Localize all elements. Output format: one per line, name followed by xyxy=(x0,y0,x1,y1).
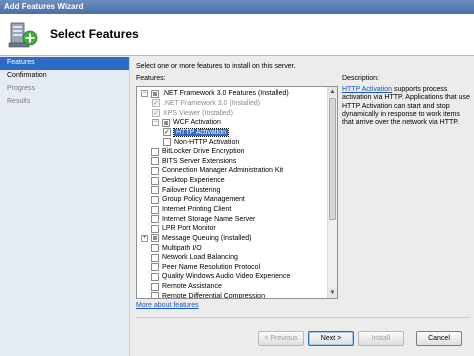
feature-checkbox[interactable] xyxy=(163,138,171,147)
feature-row[interactable]: LPR Port Monitor xyxy=(137,224,329,234)
nav-step-confirmation[interactable]: Confirmation xyxy=(0,70,129,83)
feature-label: BitLocker Drive Encryption xyxy=(162,148,245,156)
previous-button: < Previous xyxy=(258,331,304,346)
feature-row[interactable]: Remote Differential Compression xyxy=(137,291,329,299)
feature-label: BITS Server Extensions xyxy=(162,157,237,165)
cancel-button[interactable]: Cancel xyxy=(416,331,462,346)
window-title-bar: Add Features Wizard xyxy=(0,0,474,14)
install-button: Install xyxy=(358,331,404,346)
feature-checkbox[interactable] xyxy=(151,234,159,243)
feature-row[interactable]: + Message Queuing (Installed) xyxy=(137,234,329,244)
feature-label: Network Load Balancing xyxy=(162,254,238,262)
features-label: Features: xyxy=(136,75,166,82)
feature-checkbox xyxy=(152,109,160,118)
features-tree[interactable]: − .NET Framework 3.0 Features (Installed)… xyxy=(136,86,338,299)
feature-row[interactable]: BitLocker Drive Encryption xyxy=(137,147,329,157)
description-text: HTTP Activation supports process activat… xyxy=(342,86,470,127)
description-label: Description: xyxy=(342,75,379,82)
feature-label: Remote Assistance xyxy=(162,283,222,291)
feature-row[interactable]: Failover Clustering xyxy=(137,185,329,195)
feature-row[interactable]: Internet Storage Name Server xyxy=(137,214,329,224)
feature-label: .NET Framework 3.0 (Installed) xyxy=(163,99,261,107)
feature-checkbox[interactable] xyxy=(151,253,159,262)
scroll-up-button[interactable]: ▲ xyxy=(328,87,337,97)
feature-checkbox[interactable] xyxy=(151,244,159,253)
feature-label: WCF Activation xyxy=(173,119,221,127)
feature-label: Peer Name Resolution Protocol xyxy=(162,263,261,271)
feature-row[interactable]: BITS Server Extensions xyxy=(137,156,329,166)
feature-label: .NET Framework 3.0 Features (Installed) xyxy=(162,90,289,98)
expand-icon[interactable]: + xyxy=(141,234,148,242)
window-title: Add Features Wizard xyxy=(4,2,84,11)
feature-row[interactable]: Peer Name Resolution Protocol xyxy=(137,263,329,273)
feature-row[interactable]: Group Policy Management xyxy=(137,195,329,205)
feature-row[interactable]: HTTP Activation xyxy=(137,127,329,138)
wizard-header: Select Features xyxy=(0,14,474,56)
feature-checkbox[interactable] xyxy=(151,186,159,195)
feature-label: XPS Viewer (Installed) xyxy=(163,109,233,117)
feature-row[interactable]: Quality Windows Audio Video Experience xyxy=(137,272,329,282)
feature-row[interactable]: XPS Viewer (Installed) xyxy=(137,108,329,118)
feature-checkbox[interactable] xyxy=(151,292,159,298)
feature-checkbox[interactable] xyxy=(151,157,159,166)
feature-label: Connection Manager Administration Kit xyxy=(162,167,284,175)
feature-label: Message Queuing (Installed) xyxy=(162,234,252,242)
feature-checkbox[interactable] xyxy=(163,128,171,137)
nav-step-progress: Progress xyxy=(7,85,36,92)
feature-label: Non-HTTP Activation xyxy=(174,138,240,146)
feature-checkbox[interactable] xyxy=(151,215,159,224)
feature-row[interactable]: − WCF Activation xyxy=(137,118,329,128)
feature-label: Failover Clustering xyxy=(162,186,221,194)
page-title: Select Features xyxy=(50,27,139,41)
wizard-steps-nav: Features Confirmation Progress Results xyxy=(0,57,130,356)
feature-checkbox[interactable] xyxy=(162,118,170,127)
feature-checkbox[interactable] xyxy=(151,176,159,185)
feature-label: Group Policy Management xyxy=(162,196,245,204)
features-scrollbar[interactable]: ▲ ▼ xyxy=(327,87,337,298)
content-pane: Select one or more features to install o… xyxy=(131,57,474,356)
feature-label: Quality Windows Audio Video Experience xyxy=(162,273,291,281)
feature-label: Remote Differential Compression xyxy=(162,292,265,299)
collapse-icon[interactable]: − xyxy=(152,119,159,127)
intro-text: Select one or more features to install o… xyxy=(136,63,296,70)
feature-row[interactable]: − .NET Framework 3.0 Features (Installed) xyxy=(137,89,329,99)
feature-checkbox[interactable] xyxy=(151,263,159,272)
scroll-down-button[interactable]: ▼ xyxy=(328,288,337,298)
feature-label: Internet Storage Name Server xyxy=(162,215,256,223)
feature-checkbox[interactable] xyxy=(151,166,159,175)
feature-label: Desktop Experience xyxy=(162,177,225,185)
feature-row[interactable]: Internet Printing Client xyxy=(137,205,329,215)
server-add-icon xyxy=(8,20,38,50)
next-button[interactable]: Next > xyxy=(308,331,354,346)
feature-row[interactable]: Connection Manager Administration Kit xyxy=(137,166,329,176)
feature-label: Internet Printing Client xyxy=(162,206,232,213)
features-list: − .NET Framework 3.0 Features (Installed)… xyxy=(137,87,329,299)
feature-row[interactable]: Non-HTTP Activation xyxy=(137,137,329,147)
nav-step-features[interactable]: Features xyxy=(0,57,129,70)
feature-checkbox[interactable] xyxy=(151,89,159,98)
feature-label: LPR Port Monitor xyxy=(162,225,216,233)
feature-row[interactable]: Network Load Balancing xyxy=(137,253,329,263)
feature-label: HTTP Activation xyxy=(172,127,230,137)
feature-row[interactable]: .NET Framework 3.0 (Installed) xyxy=(137,99,329,109)
divider xyxy=(136,317,470,318)
feature-checkbox[interactable] xyxy=(151,205,159,214)
feature-checkbox[interactable] xyxy=(151,147,159,156)
feature-checkbox[interactable] xyxy=(151,224,159,233)
scroll-thumb[interactable] xyxy=(329,98,336,220)
feature-row[interactable]: Remote Assistance xyxy=(137,282,329,292)
feature-checkbox xyxy=(152,99,160,108)
more-about-features-link[interactable]: More about features xyxy=(136,302,199,309)
description-link[interactable]: HTTP Activation xyxy=(342,86,392,93)
feature-checkbox[interactable] xyxy=(151,282,159,291)
feature-checkbox[interactable] xyxy=(151,272,159,281)
feature-row[interactable]: Multipath I/O xyxy=(137,243,329,253)
feature-row[interactable]: Desktop Experience xyxy=(137,176,329,186)
feature-checkbox[interactable] xyxy=(151,195,159,204)
nav-step-results: Results xyxy=(7,98,31,105)
collapse-icon[interactable]: − xyxy=(141,90,148,98)
feature-label: Multipath I/O xyxy=(162,244,202,252)
